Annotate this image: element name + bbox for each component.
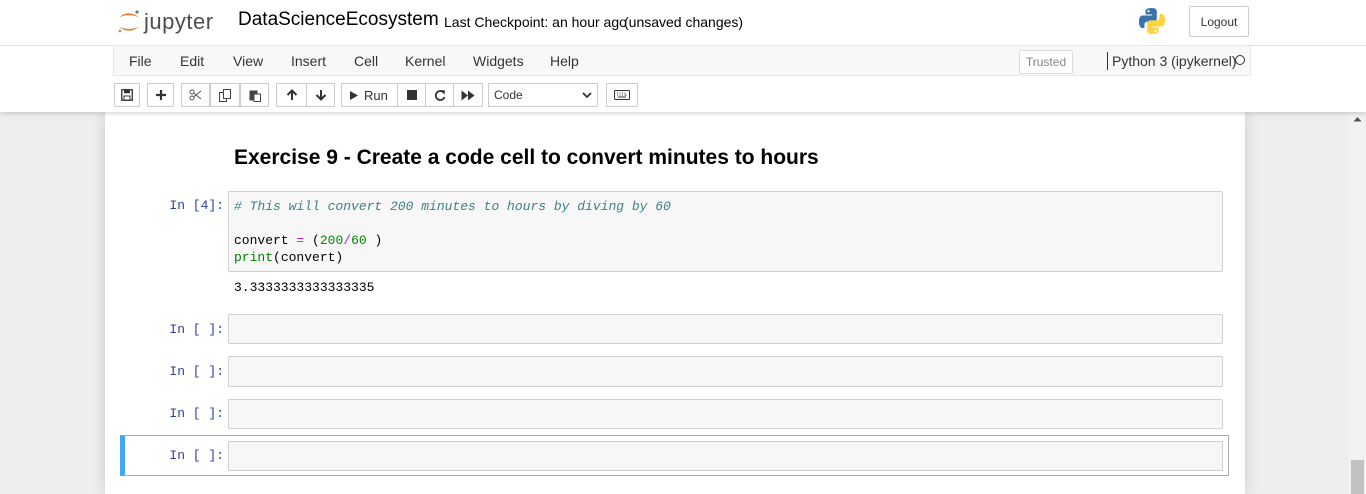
paste-icon [249,90,261,102]
top-bar: jupyter DataScienceEcosystem Last Checkp… [0,0,1366,46]
cell-prompt: In [ ]: [169,364,224,379]
scrollbar[interactable] [1349,112,1366,494]
cell-prompt: In [ ]: [169,448,224,463]
checkpoint-status: Last Checkpoint: an hour ago [444,14,627,30]
restart-icon [434,90,445,101]
autosave-status: (unsaved changes) [624,14,744,30]
menu-file[interactable]: File [129,53,152,69]
menubar: File Edit View Insert Cell Kernel Widget… [113,45,1251,76]
cell-prompt: In [ ]: [169,322,224,337]
menu-kernel[interactable]: Kernel [405,53,445,69]
jupyter-logo-icon [118,10,139,33]
cell-prompt: In [ ]: [169,406,224,421]
move-up-button[interactable] [276,83,307,107]
chevron-down-icon [582,92,592,99]
code-cell-input[interactable] [228,441,1223,471]
scrollbar-thumb[interactable] [1351,460,1364,494]
scissors-icon [189,89,202,101]
code-comment: # This will convert 200 minutes to hours… [234,199,671,214]
save-button[interactable] [114,83,140,107]
kernel-divider [1107,52,1108,70]
play-icon [350,90,358,100]
logo-text: jupyter [144,9,214,34]
trusted-indicator[interactable]: Trusted [1019,50,1073,74]
notebook-name[interactable]: DataScienceEcosystem [238,9,439,31]
menu-insert[interactable]: Insert [291,53,326,69]
arrow-up-icon [286,89,297,100]
paste-button[interactable] [240,83,269,107]
markdown-heading[interactable]: Exercise 9 - Create a code cell to conve… [234,146,819,170]
menu-cell[interactable]: Cell [354,53,378,69]
cell-type-select[interactable]: Code [488,83,598,107]
save-icon [121,89,133,101]
insert-cell-button[interactable] [147,83,174,107]
jupyter-logo[interactable]: jupyter [116,6,214,38]
restart-button[interactable] [425,83,454,107]
keyboard-icon [614,90,630,100]
menu-widgets[interactable]: Widgets [473,53,524,69]
kernel-name[interactable]: Python 3 (ipykernel) [1112,53,1237,69]
kernel-status-icon [1235,55,1245,65]
cell-prompt: In [4]: [169,198,224,213]
interrupt-button[interactable] [397,83,426,107]
code-cell-input[interactable] [228,356,1223,387]
stop-icon [406,90,417,100]
python-logo-icon [1139,8,1165,34]
copy-icon [219,88,231,102]
fast-forward-icon [461,90,475,100]
logout-button[interactable]: Logout [1189,6,1249,37]
restart-run-all-button[interactable] [453,83,483,107]
menu-view[interactable]: View [233,53,263,69]
run-button[interactable]: Run [341,83,398,107]
scroll-up-icon[interactable] [1353,116,1362,122]
menu-help[interactable]: Help [550,53,579,69]
arrow-down-icon [315,90,326,101]
move-down-button[interactable] [306,83,335,107]
code-cell-input[interactable] [228,314,1223,344]
cell-output: 3.3333333333333335 [234,280,375,295]
menu-edit[interactable]: Edit [180,53,204,69]
command-palette-button[interactable] [606,83,638,107]
header: jupyter DataScienceEcosystem Last Checkp… [0,0,1366,112]
code-line-print: print(convert) [234,250,344,265]
cell-type-value: Code [494,88,523,102]
run-label: Run [364,87,388,103]
code-line-convert: convert = (200/60 ) [234,233,383,248]
cut-button[interactable] [181,83,210,107]
plus-icon [155,90,166,100]
copy-button[interactable] [210,83,240,107]
code-cell-input[interactable]: # This will convert 200 minutes to hours… [228,191,1223,272]
code-cell-input[interactable] [228,399,1223,429]
